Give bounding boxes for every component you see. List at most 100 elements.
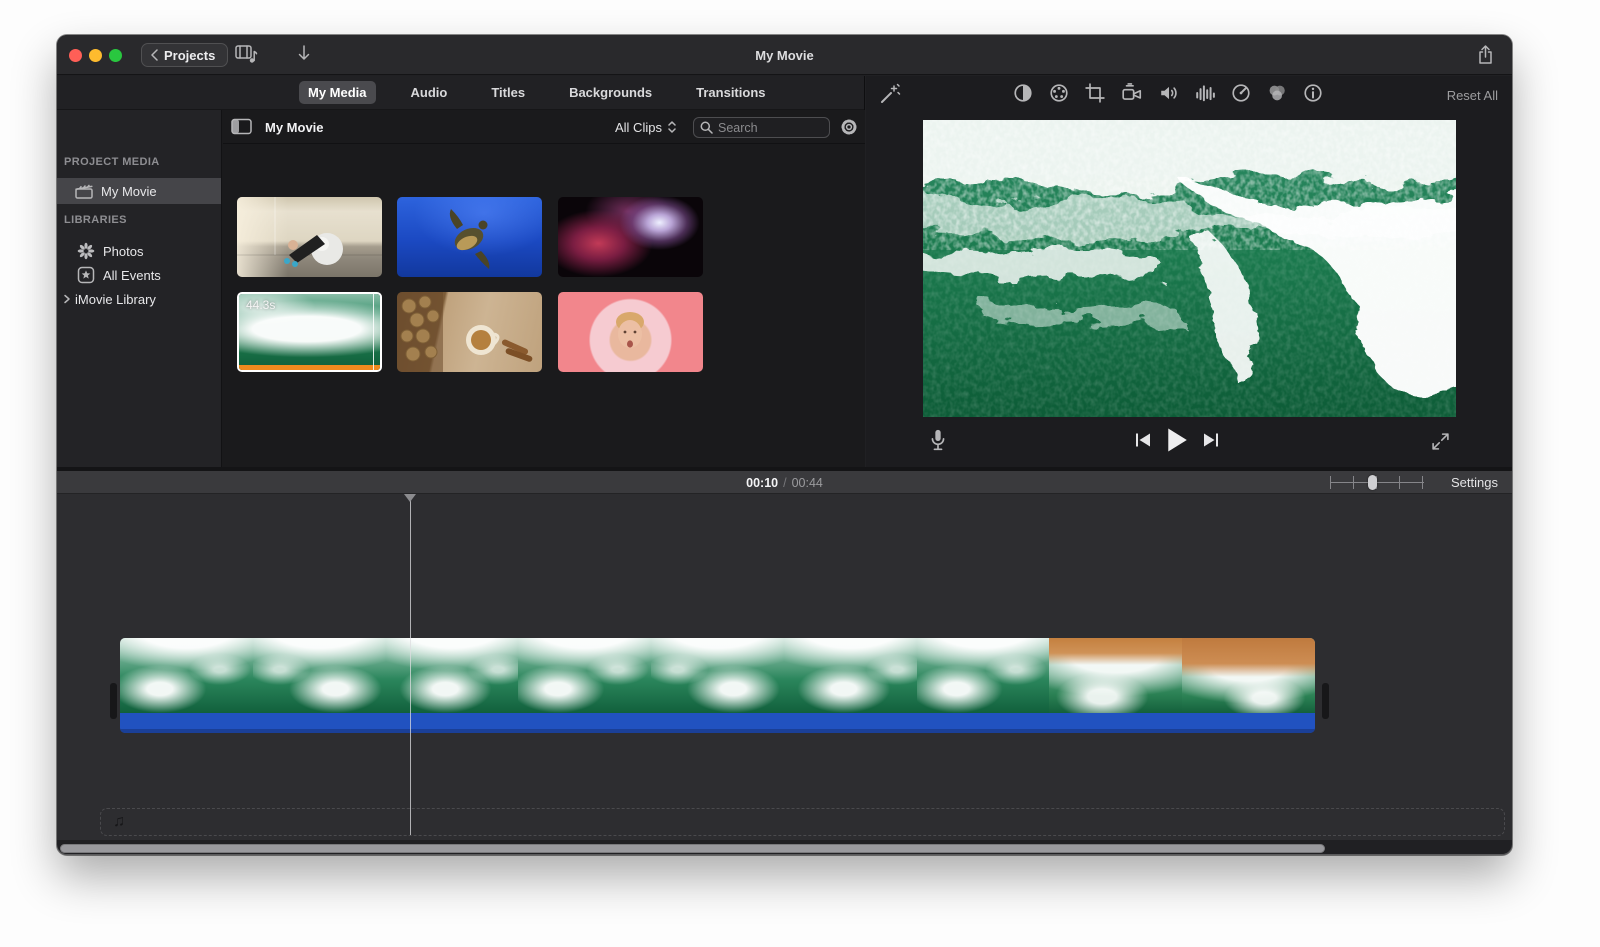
sidebar-item-my-movie[interactable]: My Movie xyxy=(57,178,221,204)
filter-label: All Clips xyxy=(615,120,662,135)
skip-back-icon[interactable] xyxy=(1134,432,1152,448)
filmstrip-frame xyxy=(651,638,784,713)
clip-filmstrip xyxy=(120,638,1315,713)
left-trim-handle[interactable] xyxy=(110,683,117,719)
clip-art-detail xyxy=(237,197,382,277)
stabilization-icon[interactable] xyxy=(1121,83,1143,103)
transport-controls xyxy=(1134,428,1220,452)
filmstrip-frame xyxy=(253,638,386,713)
tab-transitions[interactable]: Transitions xyxy=(687,81,774,104)
all-clips-filter[interactable]: All Clips xyxy=(615,110,677,144)
clip-art-detail xyxy=(558,292,703,372)
clip-art-detail xyxy=(397,292,542,372)
clip-art xyxy=(558,197,703,277)
filmstrip-frame xyxy=(917,638,1050,713)
sidebar-item-label: Photos xyxy=(103,244,143,259)
sidebar: PROJECT MEDIA My Movie LIBRARIES xyxy=(57,110,222,467)
imovie-window: Projects My Movie My Media Audio Titles … xyxy=(57,35,1512,855)
back-label: Projects xyxy=(164,48,215,63)
media-browser: My Movie All Clips xyxy=(223,110,865,467)
timeline-horizontal-scrollbar[interactable] xyxy=(60,844,1325,853)
window-title: My Movie xyxy=(57,35,1512,75)
clip-thumbnail-portrait[interactable] xyxy=(558,292,703,372)
close-button[interactable] xyxy=(69,49,82,62)
search-icon xyxy=(700,121,713,134)
filmstrip-frame xyxy=(120,638,253,713)
media-tabs: My Media Audio Titles Backgrounds Transi… xyxy=(57,76,864,110)
clip-thumbnail-exercise[interactable] xyxy=(237,197,382,277)
play-icon[interactable] xyxy=(1166,428,1188,452)
share-icon[interactable] xyxy=(1477,45,1494,65)
photos-flower-icon xyxy=(77,242,95,260)
skimmer-line xyxy=(373,294,374,370)
contrast-icon[interactable] xyxy=(1013,83,1033,103)
color-filters-icon[interactable] xyxy=(1267,83,1287,103)
skip-forward-icon[interactable] xyxy=(1202,432,1220,448)
zoom-slider-thumb[interactable] xyxy=(1368,475,1377,490)
tab-audio[interactable]: Audio xyxy=(402,81,457,104)
crop-icon[interactable] xyxy=(1085,83,1105,103)
color-balance-icon[interactable] xyxy=(1049,83,1069,103)
timecode-display: 00:10 / 00:44 xyxy=(57,471,1512,494)
total-time: 00:44 xyxy=(792,476,823,490)
speed-icon[interactable] xyxy=(1231,83,1251,103)
viewer-panel: Reset All xyxy=(866,76,1512,467)
clip-art-detail xyxy=(397,197,542,277)
sidebar-item-imovie-library[interactable]: iMovie Library xyxy=(57,286,221,312)
chevron-updown-icon xyxy=(667,120,677,134)
noise-reduction-icon[interactable] xyxy=(1195,83,1215,103)
reset-all-button[interactable]: Reset All xyxy=(1447,88,1498,103)
fullscreen-icon[interactable] xyxy=(1431,432,1450,451)
clip-info-icon[interactable] xyxy=(1303,83,1323,103)
time-separator: / xyxy=(783,476,786,490)
settings-button[interactable]: Settings xyxy=(1451,471,1498,494)
tab-backgrounds[interactable]: Backgrounds xyxy=(560,81,661,104)
timeline-zoom-slider[interactable] xyxy=(1330,476,1424,489)
title-bar: Projects My Movie xyxy=(57,35,1512,75)
search-input[interactable] xyxy=(718,121,823,135)
zoom-button[interactable] xyxy=(109,49,122,62)
viewer-video xyxy=(923,120,1456,417)
clip-thumbnail-turtle[interactable] xyxy=(397,197,542,277)
timeline-clip-ocean[interactable] xyxy=(120,638,1315,733)
microphone-icon[interactable] xyxy=(928,428,948,454)
minimize-button[interactable] xyxy=(89,49,102,62)
browser-header: My Movie All Clips xyxy=(223,110,865,144)
music-note-icon: ♫ xyxy=(113,813,125,831)
right-trim-handle[interactable] xyxy=(1322,683,1329,719)
clapboard-icon xyxy=(75,184,93,199)
download-arrow-icon[interactable] xyxy=(297,44,311,62)
playhead-handle[interactable] xyxy=(404,494,416,502)
chevron-left-icon xyxy=(150,49,159,61)
gear-icon[interactable] xyxy=(840,118,858,136)
clip-thumbnail-spices[interactable] xyxy=(397,292,542,372)
clip-duration-badge: 44.3s xyxy=(246,298,275,312)
current-time: 00:10 xyxy=(746,476,778,490)
sidebar-toggle-icon[interactable] xyxy=(231,118,252,135)
back-to-projects-button[interactable]: Projects xyxy=(141,43,228,67)
timeline-area[interactable]: ♫ xyxy=(57,494,1512,840)
enhance-wand-icon[interactable] xyxy=(879,83,901,105)
ocean-wave-frame xyxy=(923,120,1456,417)
playhead[interactable] xyxy=(410,494,411,835)
content-area: My Media Audio Titles Backgrounds Transi… xyxy=(57,76,1512,467)
sidebar-item-photos[interactable]: Photos xyxy=(57,238,221,264)
tab-titles[interactable]: Titles xyxy=(482,81,534,104)
clip-thumbnail-ocean-waves[interactable]: 44.3s xyxy=(237,292,382,372)
sidebar-item-label: iMovie Library xyxy=(75,292,156,307)
filmstrip-frame xyxy=(518,638,651,713)
adjust-toolbar xyxy=(1013,83,1323,103)
clip-thumbnail-nebula[interactable] xyxy=(558,197,703,277)
sidebar-item-label: All Events xyxy=(103,268,161,283)
tab-my-media[interactable]: My Media xyxy=(299,81,376,104)
media-import-icon[interactable] xyxy=(235,44,259,64)
search-field[interactable] xyxy=(693,117,830,138)
volume-icon[interactable] xyxy=(1159,83,1179,103)
star-box-icon xyxy=(77,266,95,284)
background-music-track[interactable]: ♫ xyxy=(100,808,1505,836)
sidebar-item-label: My Movie xyxy=(101,184,157,199)
project-media-header: PROJECT MEDIA xyxy=(64,156,160,168)
clip-audio-waveform-bar[interactable] xyxy=(120,713,1315,733)
selection-range-stripe xyxy=(239,365,380,370)
sidebar-item-all-events[interactable]: All Events xyxy=(57,262,221,288)
